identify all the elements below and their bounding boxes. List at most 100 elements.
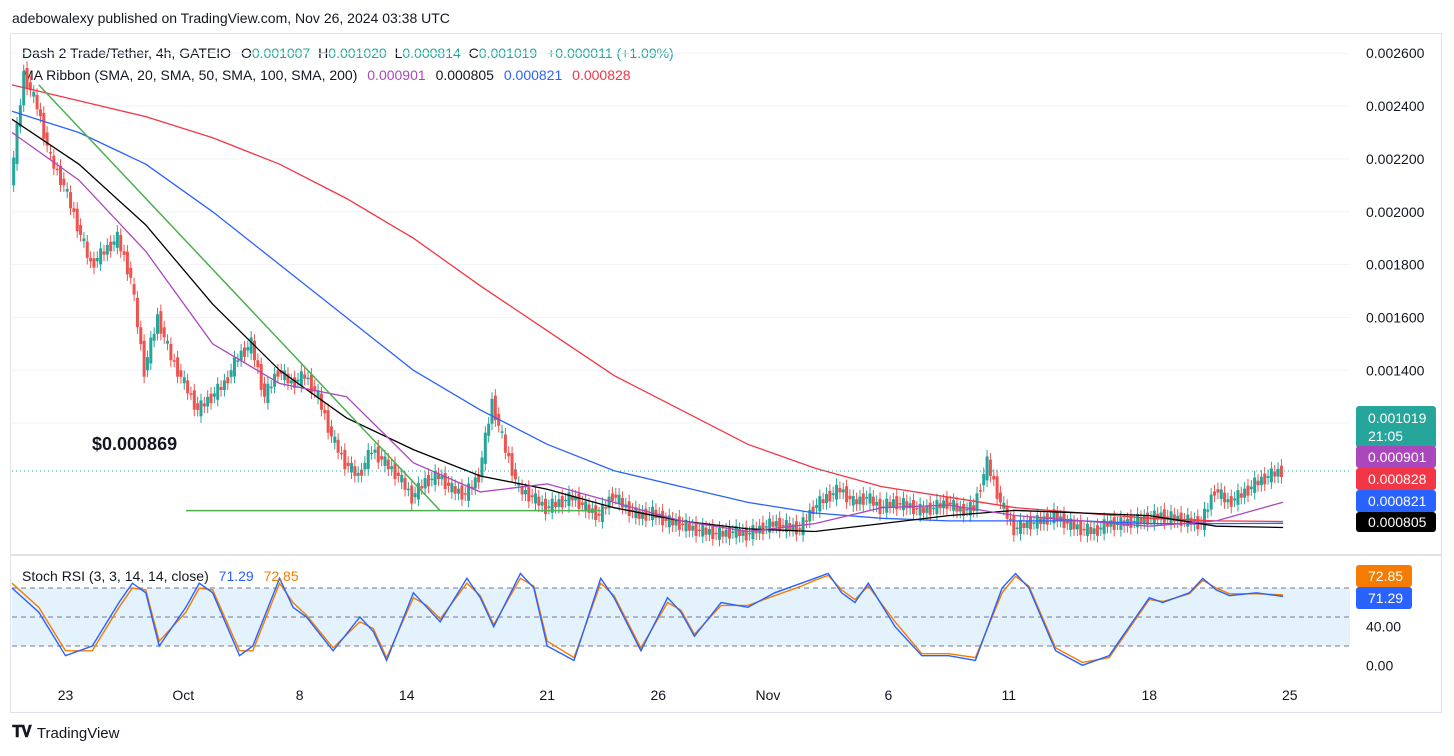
candle-body: [370, 452, 374, 455]
candle-body: [1239, 493, 1243, 498]
candle-body: [965, 509, 969, 511]
footer: 𝐓𝐕 TradingView: [12, 724, 119, 742]
candle-body: [935, 500, 939, 515]
candle-body: [1025, 520, 1029, 529]
candle-body: [460, 485, 464, 500]
candle-body: [1085, 523, 1089, 536]
candle-body: [1095, 525, 1099, 536]
candle-body: [1206, 509, 1210, 512]
candle-body: [1032, 522, 1036, 524]
candle-body: [426, 474, 430, 487]
candle-body: [450, 482, 454, 493]
candle-body: [637, 510, 641, 519]
candle-body: [72, 208, 76, 212]
candle-body: [530, 495, 534, 498]
candle-body: [199, 400, 203, 417]
candle-body: [577, 493, 581, 509]
candle-body: [145, 357, 149, 371]
sma50-badge: 0.000805: [1356, 512, 1436, 532]
candle-body: [206, 396, 210, 407]
candle-body: [236, 360, 240, 362]
candle-body: [1029, 517, 1033, 530]
candle-body: [263, 383, 267, 397]
candle-body: [1219, 489, 1223, 499]
candle-body: [259, 363, 263, 390]
time-tick-label: 6: [884, 687, 892, 703]
candle-body: [988, 459, 992, 476]
candle-body: [172, 360, 176, 362]
candle-body: [503, 434, 507, 453]
candle-body: [319, 393, 323, 410]
brand-label[interactable]: TradingView: [37, 725, 120, 742]
candle-body: [232, 357, 236, 377]
candle-body: [540, 501, 544, 506]
candle-body: [858, 496, 862, 505]
candle-body: [109, 241, 113, 252]
candle-body: [99, 248, 103, 265]
candle-body: [1005, 505, 1009, 519]
candle-body: [366, 449, 370, 470]
candle-body: [580, 502, 584, 506]
candle-body: [209, 393, 213, 404]
candle-body: [346, 462, 350, 467]
candle-body: [149, 337, 153, 364]
candle-body: [376, 446, 380, 463]
candle-body: [697, 529, 701, 532]
candle-body: [564, 499, 568, 502]
candle-body: [276, 370, 280, 377]
candle-body: [932, 507, 936, 510]
candle-body: [614, 494, 618, 498]
candle-body: [1072, 521, 1076, 530]
candle-body: [219, 386, 223, 390]
candle-body: [463, 493, 467, 495]
ma200-value: 0.000828: [572, 67, 631, 83]
candle-body: [1209, 494, 1213, 510]
candle-body: [711, 525, 715, 540]
candle-body: [336, 439, 340, 453]
candle-body: [156, 314, 160, 334]
price-tick-label: 0.002600: [1366, 45, 1425, 61]
candle-body: [885, 498, 889, 513]
candle-body: [1216, 489, 1220, 493]
candle-body: [289, 380, 293, 384]
stoch-tick-label: 40.00: [1366, 619, 1401, 635]
candle-body: [875, 501, 879, 506]
candle-body: [353, 466, 357, 476]
candle-body: [473, 477, 477, 489]
candle-body: [915, 507, 919, 510]
ma20-value: 0.000901: [367, 67, 426, 83]
candle-body: [664, 518, 668, 521]
candle-body: [1229, 496, 1233, 507]
candle-body: [681, 523, 685, 526]
candle-body: [992, 475, 996, 480]
time-tick-label: Nov: [756, 687, 781, 703]
candle-body: [507, 452, 511, 457]
candle-body: [1132, 520, 1136, 523]
candle-body: [1249, 486, 1253, 490]
candle-body: [1223, 492, 1227, 503]
candle-body: [831, 493, 835, 496]
price-chart[interactable]: Dash 2 Trade/Tether, 4h, GATEIO O0.00100…: [0, 0, 1454, 756]
svg-text:0.000821: 0.000821: [1368, 493, 1427, 509]
candle-body: [269, 386, 273, 389]
sma20-line: [11, 131, 1284, 533]
candle-body: [898, 503, 902, 505]
candle-body: [537, 496, 541, 506]
candle-body: [323, 409, 327, 414]
candle-body: [995, 476, 999, 499]
candle-body: [48, 152, 52, 154]
candle-body: [955, 503, 959, 512]
candle-body: [386, 459, 390, 470]
candle-body: [1166, 516, 1170, 518]
candle-body: [333, 436, 337, 443]
candle-body: [62, 178, 66, 186]
candle-body: [222, 380, 226, 390]
candle-body: [169, 344, 173, 361]
candle-body: [436, 474, 440, 480]
candle-body: [617, 494, 621, 505]
candle-body: [1022, 523, 1026, 529]
candle-body: [500, 431, 504, 433]
candle-body: [838, 488, 842, 493]
candle-body: [216, 383, 220, 400]
candle-body: [620, 497, 624, 508]
